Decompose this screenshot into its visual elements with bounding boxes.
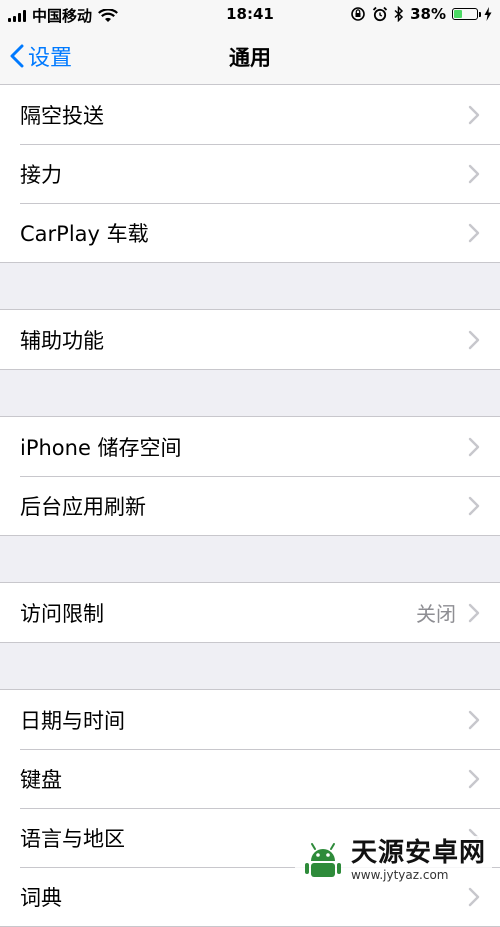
row-value: 关闭 <box>416 602 456 626</box>
settings-group: 访问限制 关闭 <box>0 582 500 643</box>
group-gap <box>0 263 500 309</box>
chevron-right-icon <box>468 164 480 183</box>
chevron-right-icon <box>468 496 480 515</box>
settings-group: 隔空投送 接力 CarPlay 车载 <box>0 85 500 263</box>
row-iphone-storage[interactable]: iPhone 储存空间 <box>0 417 500 476</box>
charging-bolt-icon <box>484 7 492 21</box>
row-label: 访问限制 <box>20 601 104 626</box>
battery-level <box>454 10 462 18</box>
settings-group: 日期与时间 键盘 语言与地区 词典 <box>0 689 500 927</box>
chevron-right-icon <box>468 769 480 788</box>
settings-group: iPhone 储存空间 后台应用刷新 <box>0 416 500 536</box>
watermark-url: www.jytyaz.com <box>350 868 449 882</box>
row-carplay[interactable]: CarPlay 车载 <box>0 203 500 262</box>
settings-group: 辅助功能 <box>0 309 500 370</box>
watermark: 天源安卓网 www.jytyaz.com <box>294 836 492 885</box>
status-bar: 中国移动 18:41 38% <box>0 0 500 28</box>
bluetooth-icon <box>394 6 404 22</box>
row-label: 键盘 <box>20 767 62 792</box>
navigation-bar: 设置 通用 <box>0 28 500 85</box>
row-label: 后台应用刷新 <box>20 494 146 519</box>
settings-list: 隔空投送 接力 CarPlay 车载 辅助功能 iPhone 储存空间 后台应用… <box>0 85 500 927</box>
battery-icon <box>452 8 481 20</box>
row-label: iPhone 储存空间 <box>20 435 182 460</box>
row-label: 隔空投送 <box>20 103 104 128</box>
row-restrictions[interactable]: 访问限制 关闭 <box>0 583 500 642</box>
status-right: 38% <box>350 5 492 23</box>
chevron-right-icon <box>468 603 480 622</box>
chevron-right-icon <box>468 223 480 242</box>
row-handoff[interactable]: 接力 <box>0 144 500 203</box>
group-gap <box>0 643 500 689</box>
rotation-lock-icon <box>351 7 365 21</box>
row-keyboard[interactable]: 键盘 <box>0 749 500 808</box>
chevron-right-icon <box>468 887 480 906</box>
row-date-time[interactable]: 日期与时间 <box>0 690 500 749</box>
row-label: 日期与时间 <box>20 708 125 733</box>
row-airdrop[interactable]: 隔空投送 <box>0 85 500 144</box>
row-label: 词典 <box>20 885 62 910</box>
row-label: CarPlay 车载 <box>20 221 149 246</box>
chevron-right-icon <box>468 710 480 729</box>
alarm-icon <box>372 6 388 22</box>
row-label: 辅助功能 <box>20 328 104 353</box>
chevron-right-icon <box>468 437 480 456</box>
group-gap <box>0 370 500 416</box>
group-gap <box>0 536 500 582</box>
chevron-right-icon <box>468 330 480 349</box>
page-title: 通用 <box>229 46 271 70</box>
row-accessibility[interactable]: 辅助功能 <box>0 310 500 369</box>
android-logo-icon <box>304 842 341 877</box>
chevron-right-icon <box>468 105 480 124</box>
row-background-refresh[interactable]: 后台应用刷新 <box>0 476 500 535</box>
battery-percent: 38% <box>410 5 446 23</box>
row-label: 接力 <box>20 162 62 187</box>
watermark-title: 天源安卓网 <box>350 838 486 868</box>
